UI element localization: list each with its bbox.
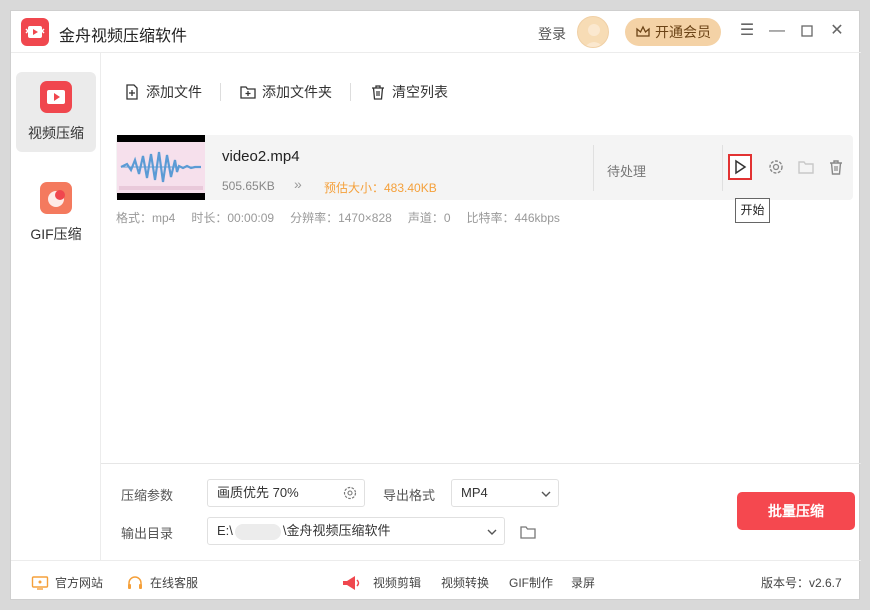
app-title: 金舟视频压缩软件 [59, 28, 188, 45]
clear-list-label: 清空列表 [392, 84, 448, 100]
sidebar-item-gif-compress[interactable]: GIF压缩 [16, 173, 96, 253]
headset-icon [128, 575, 142, 589]
megaphone-icon [341, 574, 363, 592]
outdir-value-start: E:\ [217, 523, 233, 538]
crown-icon [636, 25, 650, 37]
footer-link-gif-make[interactable]: GIF制作 [509, 574, 553, 591]
footer-link-video-convert[interactable]: 视频转换 [441, 574, 489, 591]
folder-icon[interactable] [796, 157, 816, 177]
add-folder-button[interactable]: 添加文件夹 [239, 82, 332, 102]
format-value: MP4 [461, 485, 488, 500]
website-link[interactable]: 官方网站 [31, 574, 103, 591]
support-label: 在线客服 [150, 576, 199, 590]
trash-icon [372, 85, 384, 100]
chevron-down-icon [487, 529, 497, 535]
sidebar: 视频压缩 GIF压缩 [11, 53, 101, 560]
format-select[interactable]: MP4 [451, 479, 559, 507]
chevron-down-icon [541, 491, 551, 497]
sidebar-item-label: 视频压缩 [28, 125, 84, 141]
meta-resolution: 分辨率：1470×828 [290, 211, 392, 225]
website-label: 官方网站 [55, 576, 104, 590]
meta-duration: 时长：00:00:09 [191, 211, 275, 225]
menu-icon[interactable]: ☰ [737, 21, 757, 41]
file-name: video2.mp4 [222, 148, 300, 165]
file-meta: 格式：mp4 时长：00:00:09 分辨率：1470×828 声道：0 比特率… [116, 209, 560, 226]
params-field[interactable]: 画质优先 70% [207, 479, 365, 507]
gif-compress-icon [40, 182, 72, 214]
version-text: 版本号：v2.6.7 [761, 576, 842, 590]
add-file-button[interactable]: 添加文件 [123, 82, 202, 102]
add-file-label: 添加文件 [146, 84, 202, 100]
redacted-path [234, 523, 281, 540]
title-bar: 金舟视频压缩软件 登录 开通会员 ☰ — ✕ [11, 11, 861, 53]
vip-button[interactable]: 开通会员 [625, 18, 721, 46]
app-window: 金舟视频压缩软件 登录 开通会员 ☰ — ✕ 视频压缩 GIF压缩 添加文件 添… [10, 10, 861, 601]
batch-compress-button[interactable]: 批量压缩 [737, 492, 855, 530]
maximize-icon[interactable] [797, 21, 817, 41]
video-thumbnail [117, 135, 205, 200]
outdir-select[interactable]: E:\ \金舟视频压缩软件 [207, 517, 505, 545]
monitor-icon [31, 575, 49, 590]
format-label: 导出格式 [383, 488, 436, 503]
file-row[interactable]: video2.mp4 505.65KB » 预估大小：483.40KB 待处理 [116, 135, 853, 200]
login-link[interactable]: 登录 [538, 24, 566, 44]
play-icon [735, 159, 747, 175]
outdir-value-end: \金舟视频压缩软件 [282, 523, 391, 538]
clear-list-button[interactable]: 清空列表 [369, 82, 448, 102]
minimize-icon[interactable]: — [767, 21, 787, 41]
meta-bitrate: 比特率：446kbps [466, 211, 560, 225]
estimated-size: 预估大小：483.40KB [324, 181, 437, 195]
app-logo-icon [21, 18, 49, 46]
start-button[interactable] [728, 154, 752, 180]
toolbar-divider [350, 83, 351, 101]
settings-gear-icon[interactable] [766, 157, 786, 177]
add-file-icon [126, 84, 138, 100]
chevron-double-right-icon: » [294, 176, 302, 192]
settings-gear-icon[interactable] [342, 485, 358, 501]
footer: 官方网站 在线客服 视频剪辑 视频转换 GIF制作 录屏 版本号：v2.6.7 [11, 560, 861, 601]
add-folder-label: 添加文件夹 [262, 84, 332, 100]
params-label: 压缩参数 [121, 488, 174, 503]
toolbar: 添加文件 添加文件夹 清空列表 [123, 81, 448, 103]
outdir-label: 输出目录 [121, 526, 174, 541]
start-tooltip: 开始 [735, 198, 770, 223]
footer-link-video-edit[interactable]: 视频剪辑 [373, 574, 421, 591]
support-link[interactable]: 在线客服 [126, 574, 198, 591]
avatar[interactable] [577, 16, 609, 48]
file-size: 505.65KB [222, 179, 275, 193]
delete-icon[interactable] [826, 157, 846, 177]
status-text: 待处理 [607, 164, 647, 179]
toolbar-divider [220, 83, 221, 101]
meta-channel: 声道：0 [407, 211, 451, 225]
settings-panel: 压缩参数 画质优先 70% 导出格式 MP4 输出目录 E:\ \金舟视频压缩软件 [101, 463, 861, 560]
params-value: 画质优先 70% [217, 485, 299, 500]
vip-label: 开通会员 [655, 24, 711, 40]
sidebar-item-video-compress[interactable]: 视频压缩 [16, 72, 96, 152]
sidebar-item-label: GIF压缩 [30, 226, 82, 242]
row-divider [593, 145, 594, 191]
open-folder-icon[interactable] [519, 524, 537, 545]
row-divider [722, 145, 723, 191]
close-icon[interactable]: ✕ [827, 21, 847, 41]
footer-link-screen-record[interactable]: 录屏 [571, 574, 595, 591]
meta-format: 格式：mp4 [116, 211, 176, 225]
video-compress-icon [40, 81, 72, 113]
add-folder-icon [240, 86, 256, 99]
